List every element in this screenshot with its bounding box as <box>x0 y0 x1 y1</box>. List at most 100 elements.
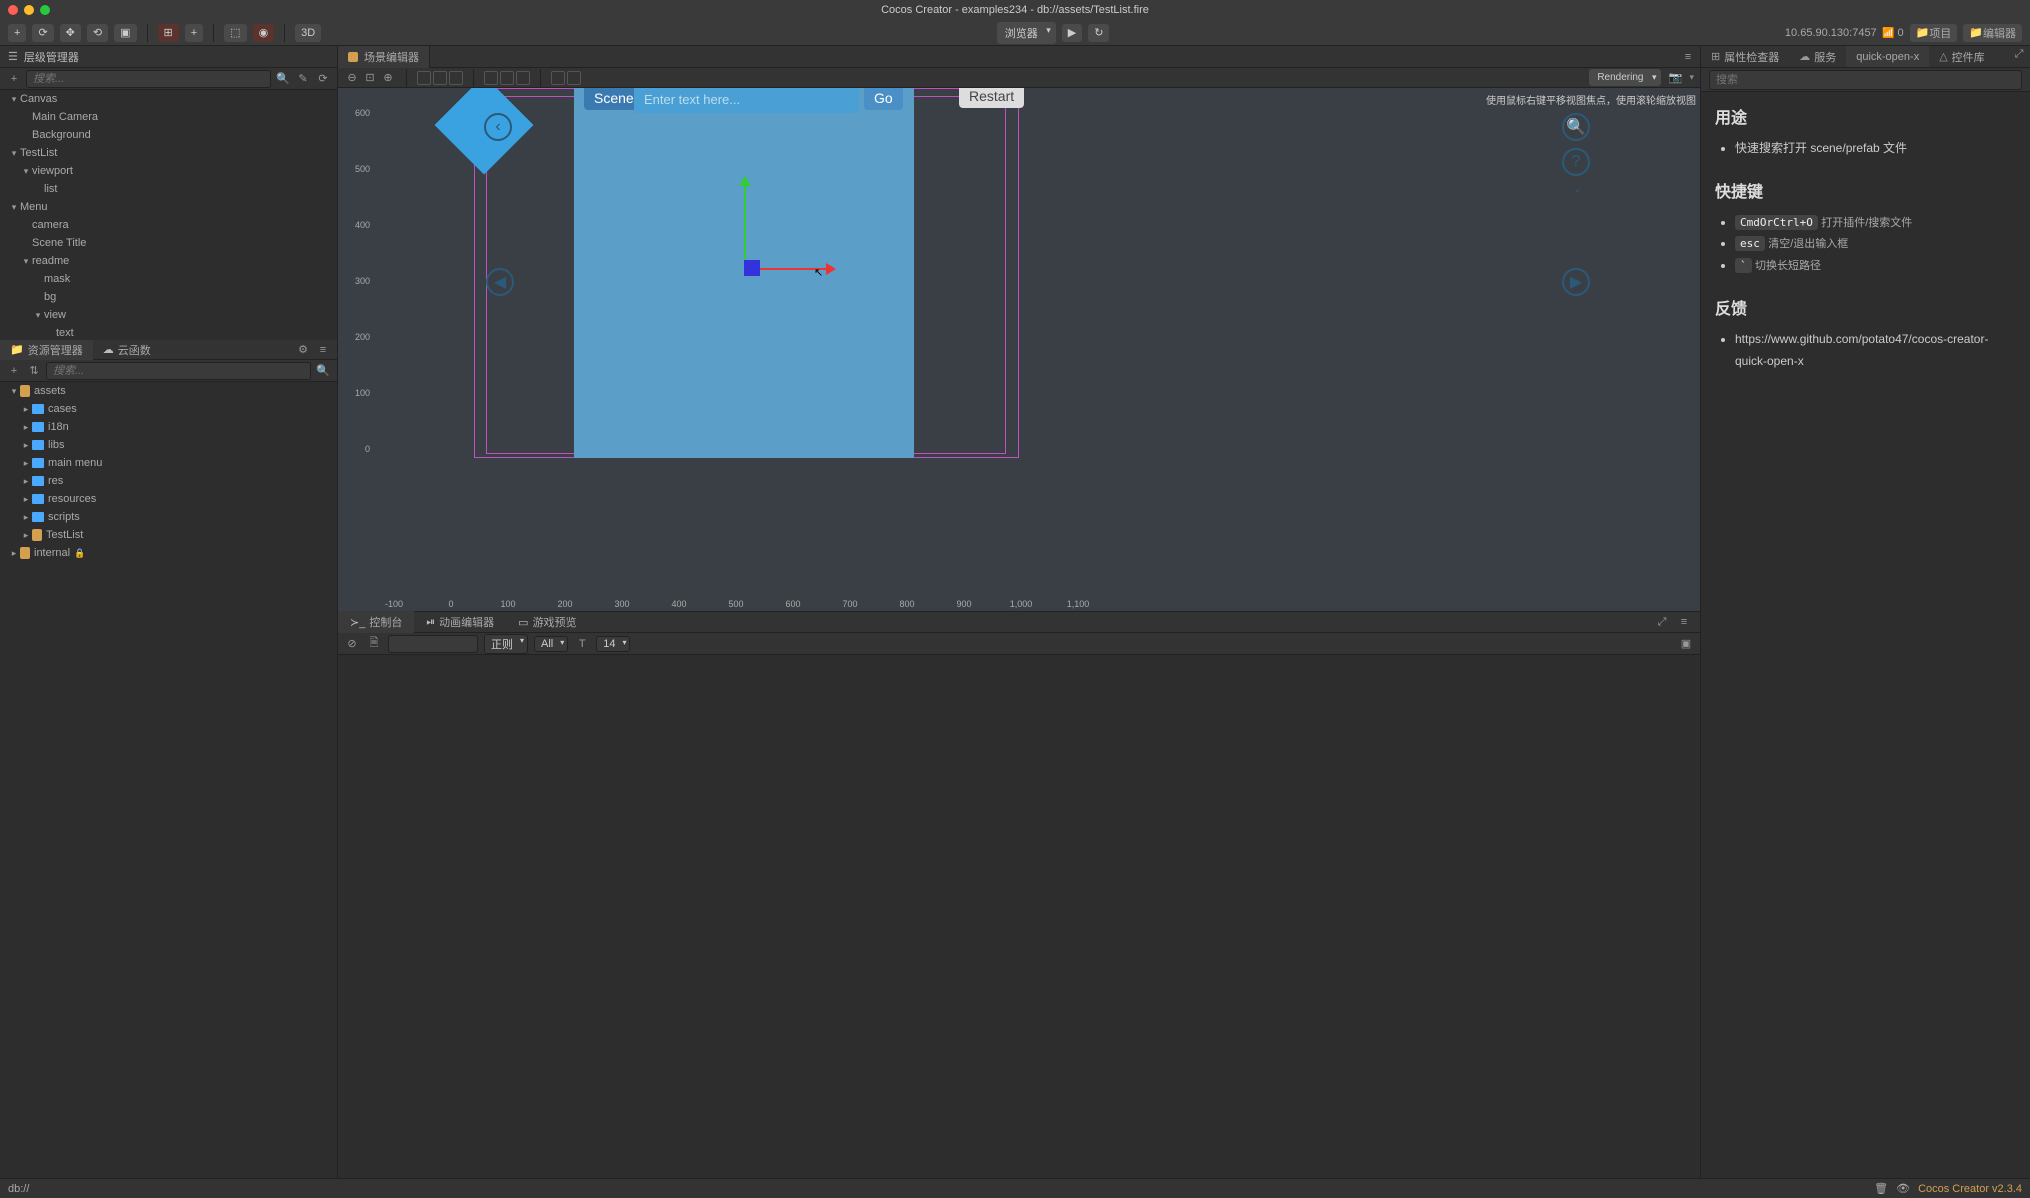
hierarchy-node[interactable]: list <box>0 180 337 198</box>
chevron-down-icon[interactable]: ⌄ <box>1573 182 1582 195</box>
asset-node[interactable]: ▸scripts <box>0 508 337 526</box>
go-button[interactable]: Go <box>864 88 903 110</box>
log-level-select[interactable]: All <box>534 636 568 652</box>
gizmo-origin[interactable] <box>744 260 760 276</box>
tab-console[interactable]: ≻_ 控制台 <box>338 611 414 633</box>
tab-inspector[interactable]: ⊞ 属性检查器 <box>1701 46 1789 67</box>
hierarchy-search-input[interactable] <box>26 70 271 88</box>
asset-node[interactable]: ▸res <box>0 472 337 490</box>
delete-icon[interactable]: 🗑 <box>1874 1182 1888 1195</box>
3d-toggle-button[interactable]: 3D <box>295 24 321 42</box>
panel-menu-icon[interactable]: ≡ <box>1676 614 1692 630</box>
move-tool-button[interactable]: ✥ <box>60 24 81 42</box>
refresh-button[interactable]: ⟳ <box>32 24 53 42</box>
asset-node[interactable]: ▸main menu <box>0 454 337 472</box>
magnify-button[interactable]: 🔍 <box>1562 113 1590 141</box>
asset-node[interactable]: ▸resources <box>0 490 337 508</box>
zoom-fit-icon[interactable]: ⊡ <box>362 70 378 86</box>
tab-scene-editor[interactable]: 场景编辑器 <box>338 46 430 68</box>
hierarchy-node[interactable]: Main Camera <box>0 108 337 126</box>
back-circle-button[interactable]: ‹ <box>484 113 512 141</box>
prev-arrow-button[interactable]: ◀ <box>486 268 514 296</box>
tab-game-preview[interactable]: ▭ 游戏预览 <box>506 611 588 633</box>
pivot-toggle-button[interactable]: ◉ <box>253 24 275 42</box>
search-icon[interactable]: 🔍 <box>315 363 331 379</box>
align-center-icon[interactable] <box>433 71 447 85</box>
add-node-button[interactable]: + <box>6 71 22 87</box>
asset-node[interactable]: ▸libs <box>0 436 337 454</box>
console-filter-input[interactable] <box>388 635 478 653</box>
collapse-toggle-icon[interactable]: ▣ <box>1678 636 1694 652</box>
help-button[interactable]: ? <box>1562 148 1590 176</box>
zoom-in-icon[interactable]: ⊕ <box>380 70 396 86</box>
rotate-tool-button[interactable]: ⟲ <box>87 24 108 42</box>
hierarchy-node[interactable]: Background <box>0 126 337 144</box>
inspector-menu-icon[interactable]: ⤢ <box>2014 46 2030 62</box>
gizmo-y-axis[interactable] <box>744 178 746 268</box>
hierarchy-node[interactable]: ▾readme <box>0 252 337 270</box>
feedback-link[interactable]: https://www.github.com/potato47/cocos-cr… <box>1735 329 2016 372</box>
assets-settings-icon[interactable]: ⚙ <box>295 342 311 358</box>
tab-quick-open[interactable]: quick-open-x <box>1846 46 1929 67</box>
quick-open-search-input[interactable] <box>1709 70 2022 90</box>
text-input-field[interactable]: Enter text here... <box>634 88 859 113</box>
asset-node[interactable]: ▸internal🔒 <box>0 544 337 562</box>
reload-button[interactable]: ↻ <box>1088 24 1109 42</box>
zoom-out-icon[interactable]: ⊖ <box>344 70 360 86</box>
align-right-icon[interactable] <box>449 71 463 85</box>
asset-node[interactable]: ▸TestList <box>0 526 337 544</box>
minimize-window-icon[interactable] <box>24 5 34 15</box>
hierarchy-node[interactable]: mask <box>0 270 337 288</box>
asset-node[interactable]: ▾assets <box>0 382 337 400</box>
clear-console-button[interactable]: ⊘ <box>344 636 360 652</box>
create-asset-button[interactable]: + <box>6 363 22 379</box>
asset-node[interactable]: ▸cases <box>0 400 337 418</box>
panel-menu-icon[interactable]: ≡ <box>1684 49 1700 65</box>
preview-platform-select[interactable]: 浏览器 <box>997 22 1056 44</box>
scale-tool-button[interactable]: ▣ <box>114 24 136 42</box>
search-icon[interactable]: 🔍 <box>275 71 291 87</box>
rect-tool-button[interactable]: + <box>185 24 203 42</box>
hierarchy-node[interactable]: camera <box>0 216 337 234</box>
font-size-select[interactable]: 14 <box>596 636 630 652</box>
hierarchy-node[interactable]: ▾Canvas <box>0 90 337 108</box>
align-middle-icon[interactable] <box>500 71 514 85</box>
distribute-v-icon[interactable] <box>567 71 581 85</box>
distribute-h-icon[interactable] <box>551 71 565 85</box>
regex-toggle[interactable]: 正则 <box>484 634 528 654</box>
assets-menu-icon[interactable]: ≡ <box>315 342 331 358</box>
play-button[interactable]: ▶ <box>1062 24 1082 42</box>
hierarchy-node[interactable]: ▾Menu <box>0 198 337 216</box>
filter-icon[interactable]: ✎ <box>295 71 311 87</box>
editor-button[interactable]: 📁 编辑器 <box>1963 24 2022 42</box>
hierarchy-node[interactable]: ▾TestList <box>0 144 337 162</box>
assets-search-input[interactable] <box>46 362 311 380</box>
hierarchy-node[interactable]: ▾viewport <box>0 162 337 180</box>
asset-node[interactable]: ▸i18n <box>0 418 337 436</box>
align-bottom-icon[interactable] <box>516 71 530 85</box>
refresh-icon[interactable]: ⟳ <box>315 71 331 87</box>
project-button[interactable]: 📁 项目 <box>1910 24 1958 42</box>
hierarchy-node[interactable]: Scene Title <box>0 234 337 252</box>
next-arrow-button[interactable]: ▶ <box>1562 268 1590 296</box>
sort-button[interactable]: ⇅ <box>26 363 42 379</box>
hierarchy-node[interactable]: bg <box>0 288 337 306</box>
rendering-mode-select[interactable]: Rendering <box>1589 69 1661 86</box>
align-left-icon[interactable] <box>417 71 431 85</box>
add-button[interactable]: + <box>8 24 26 42</box>
tab-widgets[interactable]: △ 控件库 <box>1929 46 1994 67</box>
tab-cloud-functions[interactable]: ☁ 云函数 <box>93 340 161 360</box>
visibility-icon[interactable]: 👁 <box>1896 1182 1910 1195</box>
local-toggle-button[interactable]: ⬚ <box>224 24 246 42</box>
close-window-icon[interactable] <box>8 5 18 15</box>
popout-icon[interactable]: ⤢ <box>1654 614 1670 630</box>
tab-animation-editor[interactable]: ⏯ 动画编辑器 <box>414 611 506 633</box>
open-log-button[interactable]: 🗎 <box>366 636 382 652</box>
maximize-window-icon[interactable] <box>40 5 50 15</box>
scene-stage[interactable]: ‹ Scene Enter text here... Go Restart 使用… <box>374 88 1700 591</box>
hierarchy-node[interactable]: ▾view <box>0 306 337 324</box>
scene-canvas[interactable]: 6005004003002001000 -1000100200300400500… <box>338 88 1700 611</box>
anchor-tool-button[interactable]: ⊞ <box>158 24 179 42</box>
align-top-icon[interactable] <box>484 71 498 85</box>
restart-button[interactable]: Restart <box>959 88 1024 108</box>
